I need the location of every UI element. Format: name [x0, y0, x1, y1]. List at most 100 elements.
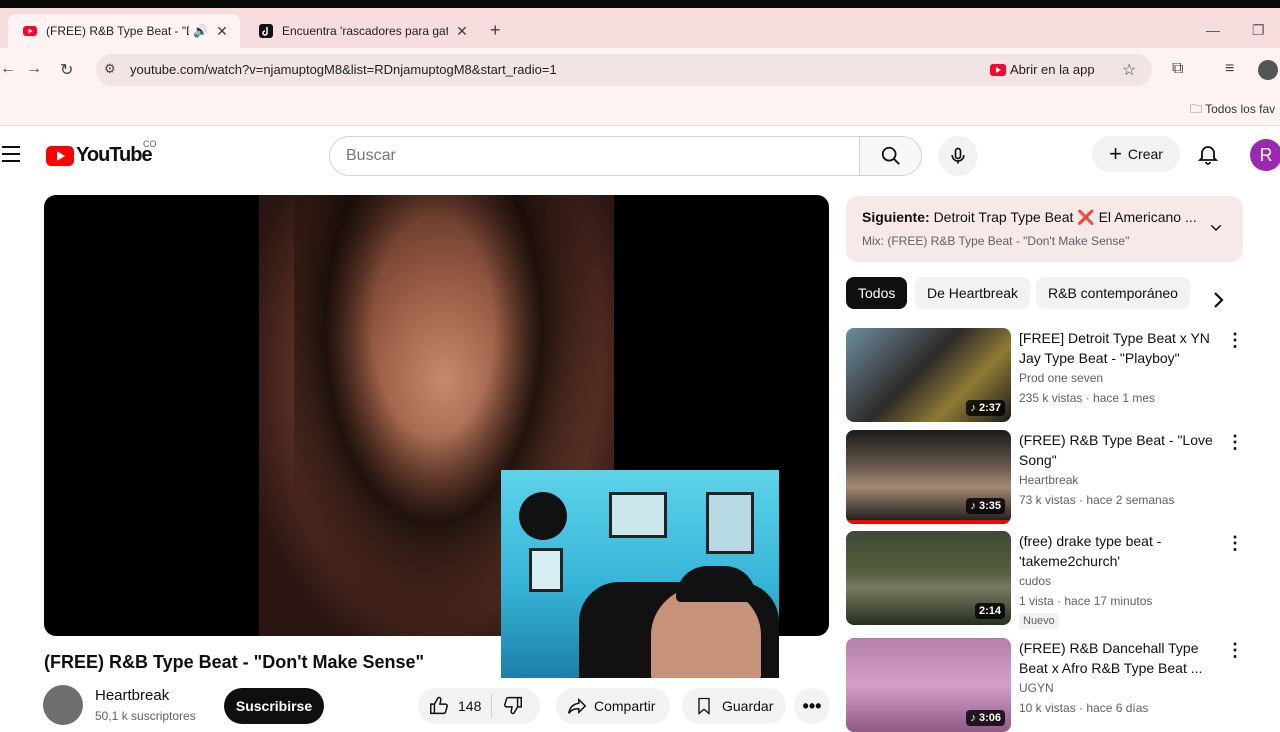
- more-horizontal-icon: •••: [802, 695, 822, 716]
- like-button[interactable]: 148: [418, 695, 481, 717]
- video-thumbnail[interactable]: ♪ 3:35: [846, 430, 1011, 524]
- all-bookmarks[interactable]: 🗀 Todos los fav: [1190, 100, 1275, 121]
- chip-all[interactable]: Todos: [846, 277, 908, 309]
- minimize-icon[interactable]: —: [1206, 22, 1220, 38]
- recommendation-channel[interactable]: Prod one seven: [1019, 371, 1103, 385]
- forward-icon[interactable]: →: [26, 60, 42, 78]
- recommendation-title[interactable]: [FREE] Detroit Type Beat x YN Jay Type B…: [1019, 328, 1214, 368]
- like-count: 148: [458, 698, 482, 714]
- chevron-right-icon[interactable]: [1206, 288, 1230, 312]
- chip-genre[interactable]: R&B contemporáneo: [1036, 277, 1190, 309]
- speaker-icon[interactable]: 🔊: [193, 24, 208, 38]
- channel-name[interactable]: Heartbreak: [95, 687, 169, 704]
- bookmark-star-icon[interactable]: ☆: [1122, 60, 1136, 80]
- video-thumbnail[interactable]: 2:14: [846, 531, 1011, 625]
- youtube-logo[interactable]: YouTube CO: [46, 139, 157, 167]
- recommendation-title[interactable]: (free) drake type beat - 'takeme2church': [1019, 531, 1214, 571]
- recommendation-title[interactable]: (FREE) R&B Type Beat - "Love Song": [1019, 430, 1214, 470]
- bookmarks-bar: 🗀 Todos los fav: [0, 92, 1280, 126]
- tab-title: (FREE) R&B Type Beat - "Do: [46, 24, 190, 38]
- mix-title: Mix: (FREE) R&B Type Beat - "Don't Make …: [862, 234, 1130, 248]
- video-thumbnail[interactable]: ♪ 2:37: [846, 328, 1011, 422]
- plus-icon: +: [1109, 141, 1122, 166]
- up-next-panel[interactable]: Siguiente: Detroit Trap Type Beat ❌ El A…: [846, 196, 1243, 262]
- search-icon: [881, 146, 900, 165]
- recommendation-channel[interactable]: Heartbreak: [1019, 473, 1078, 487]
- recommendation-channel[interactable]: cudos: [1019, 574, 1051, 588]
- more-vertical-icon[interactable]: ⋮: [1226, 640, 1244, 661]
- bookmark-icon: [698, 697, 710, 715]
- duration-badge: ♪ 3:06: [966, 710, 1005, 726]
- up-next-line: Siguiente: Detroit Trap Type Beat ❌ El A…: [862, 209, 1197, 226]
- microphone-icon: [951, 147, 965, 164]
- account-avatar[interactable]: R: [1250, 139, 1280, 171]
- youtube-icon: [23, 26, 37, 36]
- search-input[interactable]: [330, 137, 859, 175]
- media-controls-icon[interactable]: ≡: [1225, 60, 1234, 78]
- site-info-icon[interactable]: ⚙: [104, 61, 116, 77]
- recommendation-title[interactable]: (FREE) R&B Dancehall Type Beat x Afro R&…: [1019, 638, 1214, 678]
- share-label: Compartir: [594, 698, 656, 714]
- channel-avatar[interactable]: [43, 685, 83, 725]
- chip-from-channel[interactable]: De Heartbreak: [915, 277, 1031, 309]
- close-tab-icon[interactable]: ✕: [214, 23, 230, 40]
- recommendation-item[interactable]: ♪ 2:37 [FREE] Detroit Type Beat x YN Jay…: [846, 328, 1246, 422]
- duration-badge: ♪ 3:35: [966, 498, 1005, 514]
- all-bookmarks-label: Todos los fav: [1205, 102, 1276, 116]
- logo-text: YouTube: [76, 144, 153, 166]
- more-vertical-icon[interactable]: ⋮: [1226, 330, 1244, 351]
- tab-title: Encuentra 'rascadores para gat: [282, 24, 448, 38]
- restore-icon[interactable]: ❐: [1252, 22, 1265, 39]
- video-thumbnail[interactable]: ♪ 3:06: [846, 638, 1011, 732]
- more-actions-button[interactable]: •••: [794, 688, 830, 724]
- recommendation-item[interactable]: 2:14 (free) drake type beat - 'takeme2ch…: [846, 531, 1246, 629]
- duration-badge: 2:14: [974, 603, 1005, 619]
- watch-progress-bar: [846, 520, 1011, 524]
- back-icon[interactable]: ←: [0, 60, 16, 78]
- search-button[interactable]: [859, 136, 922, 176]
- chevron-down-icon[interactable]: [1208, 220, 1224, 236]
- wall-frame: [706, 492, 754, 554]
- tab-tiktok[interactable]: Encuentra 'rascadores para gat ✕: [248, 14, 480, 48]
- recommendation-item[interactable]: ♪ 3:35 (FREE) R&B Type Beat - "Love Song…: [846, 430, 1246, 524]
- extensions-icon[interactable]: ⧉: [1172, 60, 1183, 78]
- more-vertical-icon[interactable]: ⋮: [1226, 533, 1244, 554]
- share-icon: [568, 697, 587, 715]
- voice-search-button[interactable]: [938, 136, 978, 176]
- create-button[interactable]: + Crear: [1092, 136, 1180, 172]
- duration-text: 3:35: [978, 500, 1001, 512]
- thumbs-up-icon: [430, 696, 448, 715]
- url-field[interactable]: ⚙ youtube.com/watch?v=njamuptogM8&list=R…: [96, 54, 1152, 86]
- profile-avatar[interactable]: [1258, 60, 1278, 80]
- dislike-button[interactable]: [502, 694, 524, 719]
- more-vertical-icon[interactable]: ⋮: [1226, 432, 1244, 453]
- youtube-play-icon: [46, 145, 74, 166]
- reload-icon[interactable]: ↻: [60, 60, 73, 80]
- subscribe-button[interactable]: Suscribirse: [224, 688, 324, 724]
- bell-icon: [1197, 146, 1219, 165]
- create-label: Crear: [1127, 146, 1163, 162]
- save-label: Guardar: [722, 698, 774, 714]
- recommendation-meta: 1 vista · hace 17 minutos: [1019, 594, 1153, 608]
- video-title: (FREE) R&B Type Beat - "Don't Make Sense…: [44, 652, 425, 672]
- menu-icon[interactable]: [2, 146, 20, 167]
- tab-youtube[interactable]: (FREE) R&B Type Beat - "Do 🔊 ✕: [8, 14, 240, 48]
- duration-badge: ♪ 2:37: [966, 400, 1005, 416]
- search-box: [329, 136, 860, 176]
- like-dislike-group: 148: [418, 688, 540, 724]
- open-in-app-button[interactable]: Abrir en la app: [990, 62, 1095, 77]
- up-next-label: Siguiente:: [862, 209, 930, 225]
- notifications-button[interactable]: [1196, 142, 1220, 171]
- save-button[interactable]: Guardar: [682, 688, 786, 724]
- recommendation-item[interactable]: ♪ 3:06 (FREE) R&B Dancehall Type Beat x …: [846, 638, 1246, 732]
- webcam-overlay: [501, 470, 779, 678]
- wall-vinyl: [519, 492, 567, 540]
- duration-text: 3:06: [978, 712, 1001, 724]
- recommendation-meta: 10 k vistas · hace 6 días: [1019, 701, 1149, 715]
- close-tab-icon[interactable]: ✕: [454, 23, 470, 40]
- new-tab-icon[interactable]: +: [490, 20, 501, 41]
- youtube-icon: [990, 63, 1006, 76]
- tab-strip: (FREE) R&B Type Beat - "Do 🔊 ✕ Encuentra…: [0, 8, 1280, 48]
- share-button[interactable]: Compartir: [556, 688, 670, 724]
- recommendation-channel[interactable]: UGYN: [1019, 681, 1054, 695]
